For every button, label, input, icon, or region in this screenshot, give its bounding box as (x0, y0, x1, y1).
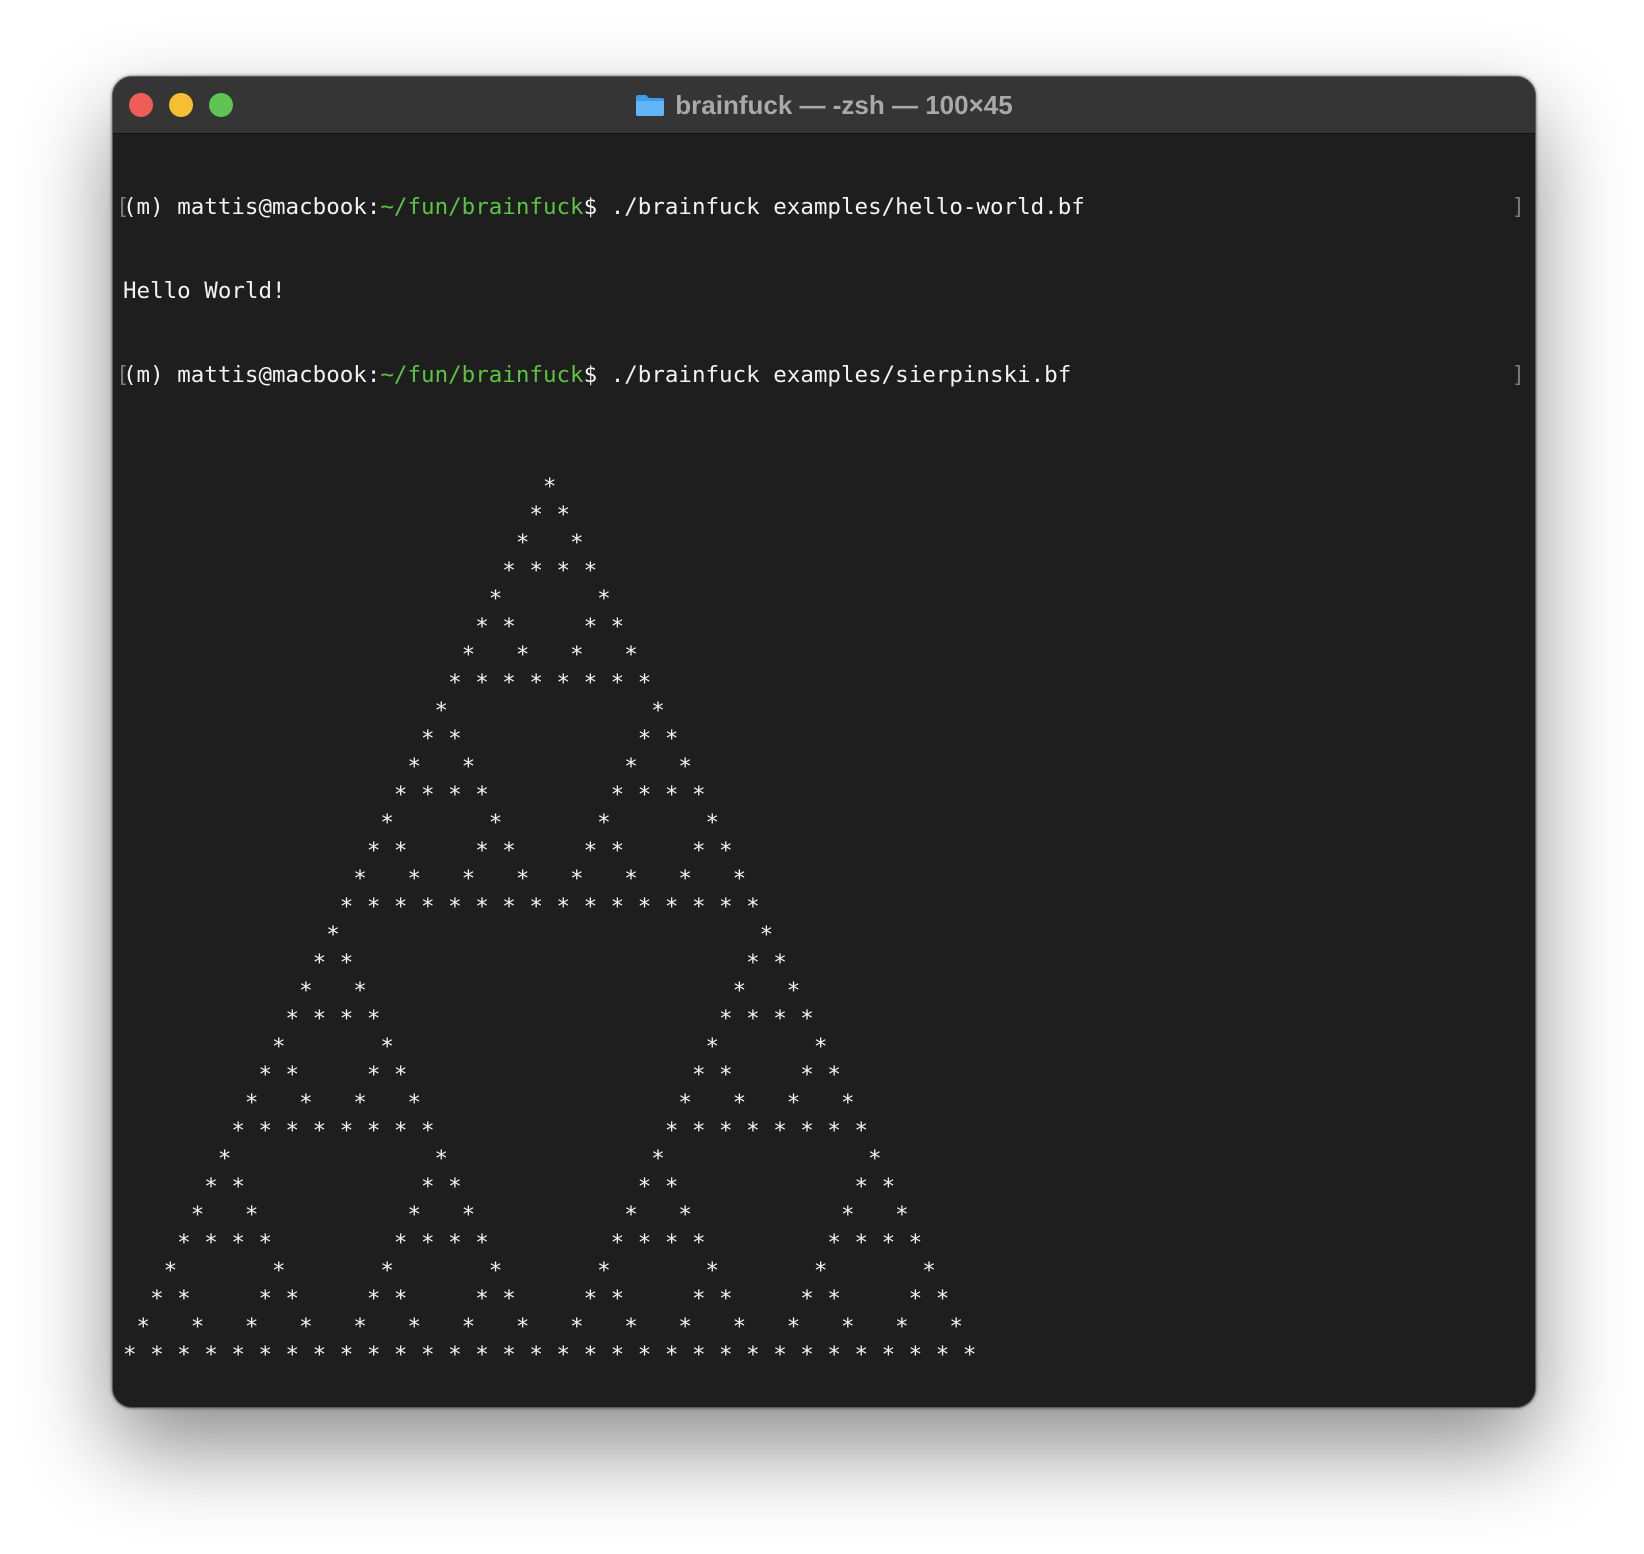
output-line: * * * * * * * * * * * * * * * * (123, 1286, 950, 1312)
output-line: * * * * * * * * (123, 866, 747, 892)
folder-icon (635, 93, 665, 117)
mark-right: ] (1511, 362, 1525, 388)
prompt-symbol: $ (583, 362, 611, 388)
command-output: Hello World! (123, 277, 1525, 305)
prompt-env: (m) (123, 362, 178, 388)
output-line: * * * * * * * * * * * * * * * * (123, 1230, 923, 1256)
window-title: brainfuck — -zsh — 100×45 (675, 89, 1013, 120)
sierpinski-output: * * * * * * * * * * * * * * * * * * * * … (123, 473, 1525, 1369)
output-line: * * * * (123, 754, 692, 780)
terminal-window: brainfuck — -zsh — 100×45 [(m) mattis@ma… (112, 76, 1536, 1408)
output-line: * * * * (123, 614, 625, 640)
output-line: * * * * * * * * * * * * * * * * * * * * … (123, 1342, 977, 1368)
mark-left: [ (116, 362, 130, 388)
output-line: * * * * (123, 642, 638, 668)
output-line: * * * * (123, 1034, 828, 1060)
output-text: Hello World! (123, 278, 286, 304)
output-line: * * (123, 922, 774, 948)
output-line: * * (123, 530, 584, 556)
output-line: * * * * * * * * (123, 1062, 841, 1088)
output-line: * * * * * * * * (123, 1090, 855, 1116)
output-line: * * (123, 586, 611, 612)
output-line: * * * * * * * * (123, 1258, 936, 1284)
output-line: * * * * (123, 726, 679, 752)
window-title-container: brainfuck — -zsh — 100×45 (113, 77, 1535, 133)
output-line: * * * * (123, 1146, 882, 1172)
output-line: * * * * * * * * (123, 1006, 814, 1032)
output-line: * (123, 474, 557, 500)
output-line: * * * * * * * * (123, 782, 706, 808)
output-line: * * * * (123, 810, 720, 836)
prompt-env: (m) (123, 194, 178, 220)
title-bar: brainfuck — -zsh — 100×45 (113, 77, 1535, 134)
prompt-user-host: mattis@macbook: (177, 362, 381, 388)
output-line: * * * * * * * * (123, 1174, 896, 1200)
command-line-2: [(m) mattis@macbook:~/fun/brainfuck$ ./b… (116, 361, 1525, 389)
prompt-user-host: mattis@macbook: (177, 194, 381, 220)
command-line-1: [(m) mattis@macbook:~/fun/brainfuck$ ./b… (116, 193, 1525, 221)
output-line: * * * * (123, 950, 787, 976)
output-line: * * * * * * * * (123, 1202, 909, 1228)
output-line: * * * * * * * * * * * * * * * * (123, 894, 760, 920)
output-line: * * * * * * * * (123, 838, 733, 864)
output-line: * * (123, 698, 665, 724)
mark-left: [ (116, 194, 130, 220)
output-line: * * * * (123, 978, 801, 1004)
output-line: * * (123, 502, 571, 528)
output-line: * * * * (123, 558, 598, 584)
output-line: * * * * * * * * (123, 670, 652, 696)
mark-right: ] (1511, 194, 1525, 220)
command-text: ./brainfuck examples/hello-world.bf (610, 194, 1085, 220)
prompt-path: ~/fun/brainfuck (380, 362, 584, 388)
output-line: * * * * * * * * * * * * * * * * (123, 1314, 963, 1340)
prompt-path: ~/fun/brainfuck (380, 194, 584, 220)
command-text: ./brainfuck examples/sierpinski.bf (610, 362, 1072, 388)
prompt-symbol: $ (583, 194, 611, 220)
terminal-content[interactable]: [(m) mattis@macbook:~/fun/brainfuck$ ./b… (116, 137, 1525, 1407)
output-line: * * * * * * * * * * * * * * * * (123, 1118, 869, 1144)
